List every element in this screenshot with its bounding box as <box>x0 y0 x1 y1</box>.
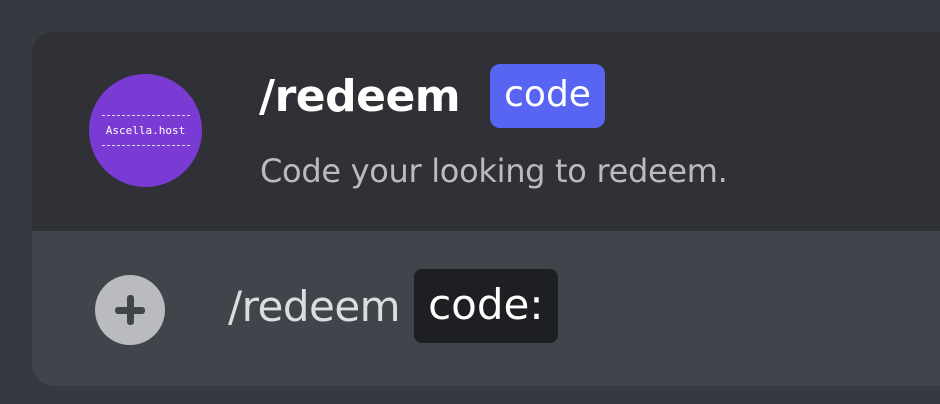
avatar-dash-bottom <box>101 145 190 146</box>
slash-command-panel: Ascella.host /redeem code Code your look… <box>32 32 940 386</box>
command-title: /redeem code <box>259 64 605 128</box>
avatar-logo: Ascella.host <box>101 107 190 154</box>
command-description: Code your looking to redeem. <box>260 152 728 190</box>
bot-avatar: Ascella.host <box>89 74 202 187</box>
plus-circle-icon[interactable] <box>95 275 165 345</box>
command-name: /redeem <box>259 70 461 122</box>
avatar-dash-top <box>101 115 190 116</box>
avatar-label: Ascella.host <box>105 124 186 137</box>
chat-input-bar[interactable]: /redeem code: <box>32 231 940 386</box>
command-autocomplete-item[interactable]: Ascella.host /redeem code Code your look… <box>32 32 940 231</box>
message-input[interactable]: /redeem code: <box>228 269 558 343</box>
input-command-text: /redeem <box>228 281 401 331</box>
option-pill-code[interactable]: code <box>490 64 605 128</box>
option-chip-code[interactable]: code: <box>414 269 558 343</box>
